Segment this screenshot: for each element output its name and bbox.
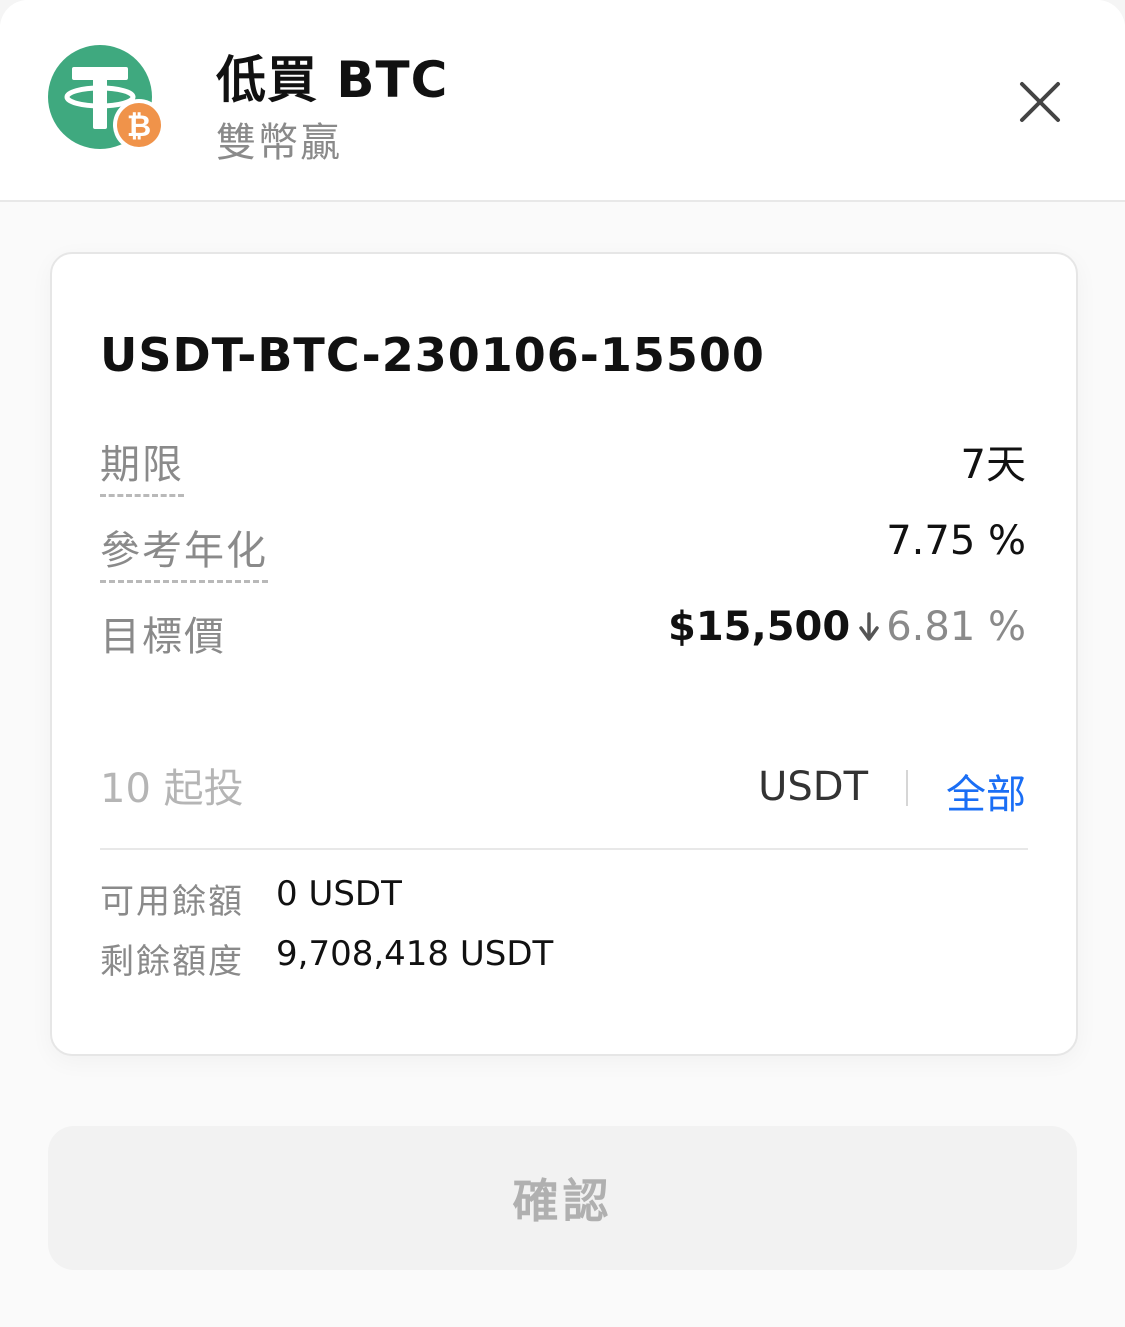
apy-row: 參考年化 7.75 % [100, 518, 1026, 583]
apy-label[interactable]: 參考年化 [100, 518, 268, 583]
target-price-row: 目標價 $15,500 6.81 % [100, 604, 1026, 660]
page-subtitle: 雙幣贏 [216, 120, 342, 166]
term-row: 期限 7天 [100, 432, 1026, 497]
modal-header: ₿ 低買 BTC 雙幣贏 [0, 0, 1125, 202]
product-card: USDT-BTC-230106-15500 期限 7天 參考年化 7.75 % … [50, 252, 1078, 1056]
unit-separator [906, 770, 908, 806]
target-change: 6.81 % [886, 604, 1026, 650]
amount-input[interactable] [100, 760, 700, 818]
close-icon[interactable] [1012, 74, 1068, 130]
available-balance-row: 可用餘額 0 USDT [100, 874, 1026, 922]
usdt-btc-icon: ₿ [48, 45, 165, 151]
arrow-down-icon [859, 612, 879, 641]
target-price-label: 目標價 [100, 614, 226, 660]
modal-sheet: ₿ 低買 BTC 雙幣贏 USDT-BTC-230106-15500 期限 7天… [0, 0, 1125, 1327]
confirm-button[interactable]: 確認 [48, 1126, 1077, 1270]
target-price: $15,500 [668, 604, 851, 650]
term-label[interactable]: 期限 [100, 432, 184, 497]
apy-value: 7.75 % [886, 518, 1026, 564]
product-name: USDT-BTC-230106-15500 [100, 328, 765, 382]
term-value: 7天 [960, 442, 1026, 488]
available-balance-label: 可用餘額 [100, 882, 244, 922]
svg-text:₿: ₿ [127, 109, 151, 144]
amount-row: USDT 全部 [100, 760, 1026, 820]
page-title: 低買 BTC [216, 51, 449, 109]
divider [100, 848, 1028, 850]
remaining-quota-value: 9,708,418 USDT [276, 934, 554, 974]
remaining-quota-label: 剩餘額度 [100, 942, 244, 982]
remaining-quota-row: 剩餘額度 9,708,418 USDT [100, 934, 1026, 982]
target-price-value: $15,500 6.81 % [668, 604, 1026, 650]
all-button[interactable]: 全部 [946, 762, 1026, 820]
available-balance-value: 0 USDT [276, 874, 402, 914]
amount-unit: USDT [758, 764, 868, 810]
